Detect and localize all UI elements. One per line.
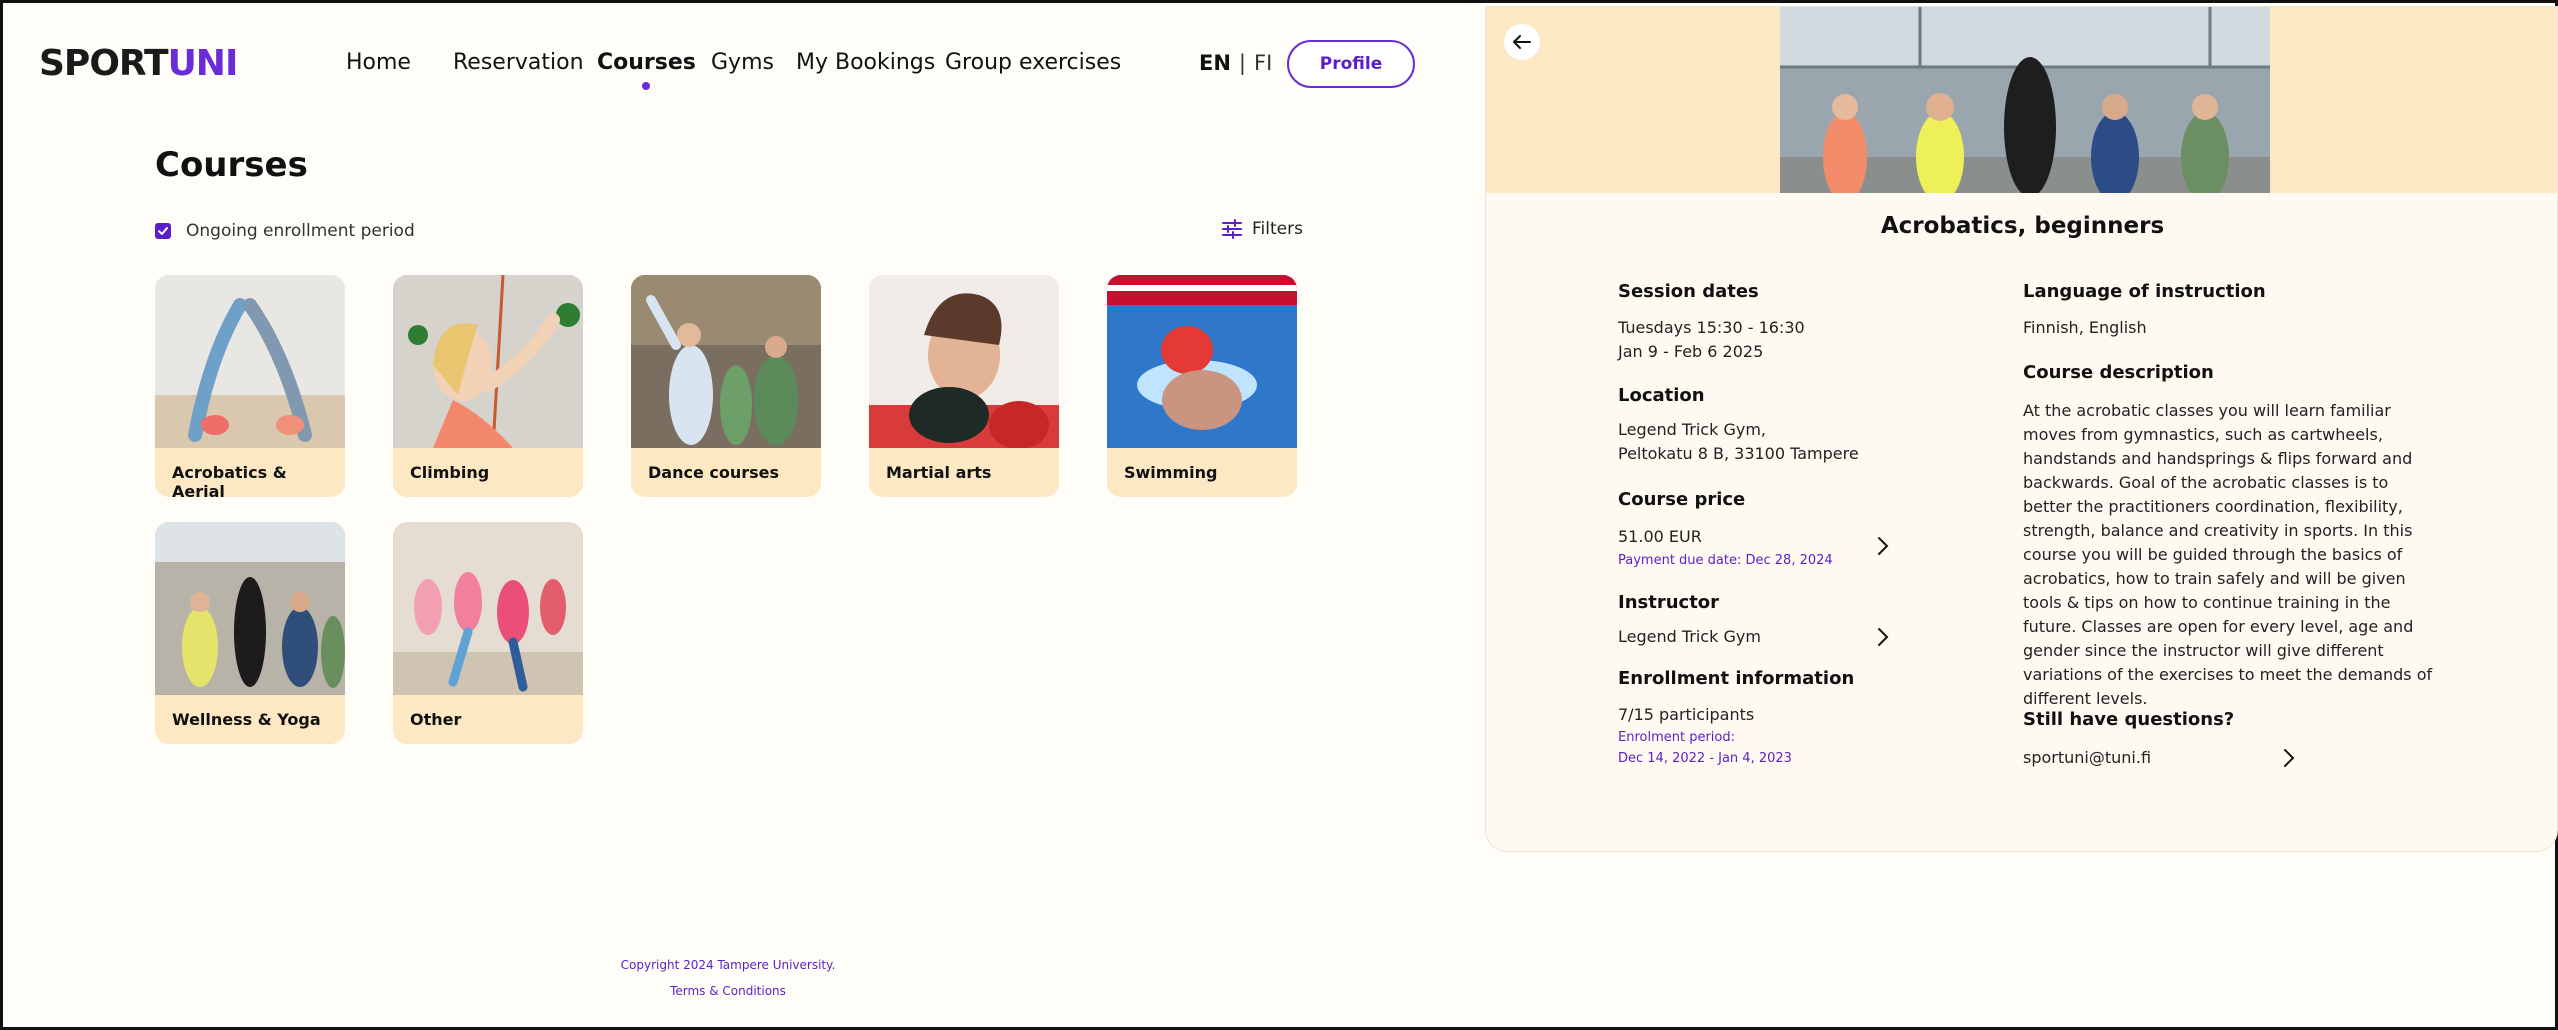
- course-title: Acrobatics, beginners: [1880, 213, 2165, 239]
- location-heading: Location: [1618, 385, 1705, 406]
- category-label: Dance courses: [648, 463, 780, 482]
- footer-copyright: Copyright 2024 Tampere University.: [620, 958, 836, 972]
- instructor-heading: Instructor: [1618, 592, 1720, 613]
- category-label: Martial arts: [886, 463, 992, 482]
- category-label: Swimming: [1124, 463, 1218, 482]
- nav-reservation[interactable]: Reservation: [453, 50, 584, 75]
- course-hero-image: [1780, 7, 2270, 193]
- filters-button[interactable]: Filters: [1221, 218, 1303, 240]
- filters-label: Filters: [1252, 219, 1303, 239]
- location-line1: Legend Trick Gym,: [1618, 420, 1766, 439]
- contact-email[interactable]: sportuni@tuni.fi: [2023, 746, 2151, 770]
- category-card-other[interactable]: Other: [393, 522, 583, 744]
- language-switcher: EN | FI: [1199, 51, 1272, 75]
- category-card-swimming[interactable]: Swimming: [1107, 275, 1297, 497]
- enrollment-heading: Enrollment information: [1618, 668, 1855, 689]
- participants-count: 7/15 participants: [1618, 705, 1755, 724]
- enrollment-filter[interactable]: Ongoing enrollment period: [155, 221, 415, 241]
- category-label: Acrobatics & Aerial: [172, 463, 287, 497]
- climbing-image: [393, 275, 583, 448]
- language-heading: Language of instruction: [2023, 281, 2266, 302]
- nav-home[interactable]: Home: [346, 50, 411, 75]
- arrow-left-icon: [1513, 35, 1531, 49]
- enrollment-filter-label: Ongoing enrollment period: [186, 221, 415, 241]
- other-image: [393, 522, 583, 695]
- nav-group-exercises[interactable]: Group exercises: [945, 50, 1121, 75]
- enrolment-period-dates: Dec 14, 2022 - Jan 4, 2023: [1618, 751, 1792, 766]
- footer-terms-link[interactable]: Terms & Conditions: [563, 984, 893, 998]
- instructor-name: Legend Trick Gym: [1618, 627, 1761, 646]
- language-value: Finnish, English: [2023, 318, 2147, 337]
- lang-separator: |: [1238, 51, 1246, 75]
- course-description-heading: Course description: [2023, 362, 2214, 383]
- course-hero: [1486, 7, 2557, 193]
- session-dates-heading: Session dates: [1618, 281, 1759, 302]
- category-card-martial-arts[interactable]: Martial arts: [869, 275, 1059, 497]
- category-label: Wellness & Yoga: [172, 710, 321, 729]
- course-description-text: At the acrobatic classes you will learn …: [2023, 401, 2433, 708]
- category-label: Climbing: [410, 463, 490, 482]
- chevron-right-icon[interactable]: [2281, 747, 2297, 769]
- wellness-yoga-image: [155, 522, 345, 695]
- sliders-icon: [1222, 219, 1242, 239]
- acrobatics-image: [155, 275, 345, 448]
- category-card-climbing[interactable]: Climbing: [393, 275, 583, 497]
- enrollment-checkbox[interactable]: [155, 223, 171, 239]
- category-card-dance[interactable]: Dance courses: [631, 275, 821, 497]
- session-dates-line1: Tuesdays 15:30 - 16:30: [1618, 318, 1805, 337]
- category-label: Other: [410, 710, 462, 729]
- martial-arts-image: [869, 275, 1059, 448]
- back-button[interactable]: [1504, 24, 1540, 60]
- nav-my-bookings[interactable]: My Bookings: [796, 50, 935, 75]
- logo-sport-text: SPORT: [39, 43, 169, 84]
- category-card-acrobatics[interactable]: Acrobatics & Aerial: [155, 275, 345, 497]
- session-dates-line2: Jan 9 - Feb 6 2025: [1618, 342, 1764, 361]
- course-price-value: 51.00 EUR: [1618, 527, 1702, 546]
- category-card-wellness-yoga[interactable]: Wellness & Yoga: [155, 522, 345, 744]
- lang-fi[interactable]: FI: [1254, 51, 1272, 75]
- course-price-heading: Course price: [1618, 489, 1746, 510]
- nav-courses[interactable]: Courses: [597, 50, 696, 90]
- course-detail-panel: Acrobatics, beginners Session dates Tues…: [1485, 6, 2558, 852]
- dance-image: [631, 275, 821, 448]
- enrolment-period-label: Enrolment period:: [1618, 730, 1735, 745]
- page-title: Courses: [155, 145, 308, 185]
- questions-heading: Still have questions?: [2023, 709, 2235, 730]
- location-line2: Peltokatu 8 B, 33100 Tampere: [1618, 444, 1859, 463]
- profile-button[interactable]: Profile: [1287, 40, 1415, 88]
- nav-courses-label: Courses: [597, 50, 696, 75]
- payment-due-date: Payment due date: Dec 28, 2024: [1618, 553, 1833, 568]
- active-indicator-dot: [642, 82, 651, 90]
- nav-gyms[interactable]: Gyms: [711, 50, 774, 75]
- sportuni-logo[interactable]: SPORTUNI: [39, 43, 239, 84]
- logo-uni-text: UNI: [167, 43, 239, 84]
- chevron-right-icon[interactable]: [1875, 535, 1891, 557]
- check-icon: [158, 227, 168, 235]
- chevron-right-icon[interactable]: [1875, 626, 1891, 648]
- lang-en[interactable]: EN: [1199, 51, 1231, 75]
- swimming-image: [1107, 275, 1297, 448]
